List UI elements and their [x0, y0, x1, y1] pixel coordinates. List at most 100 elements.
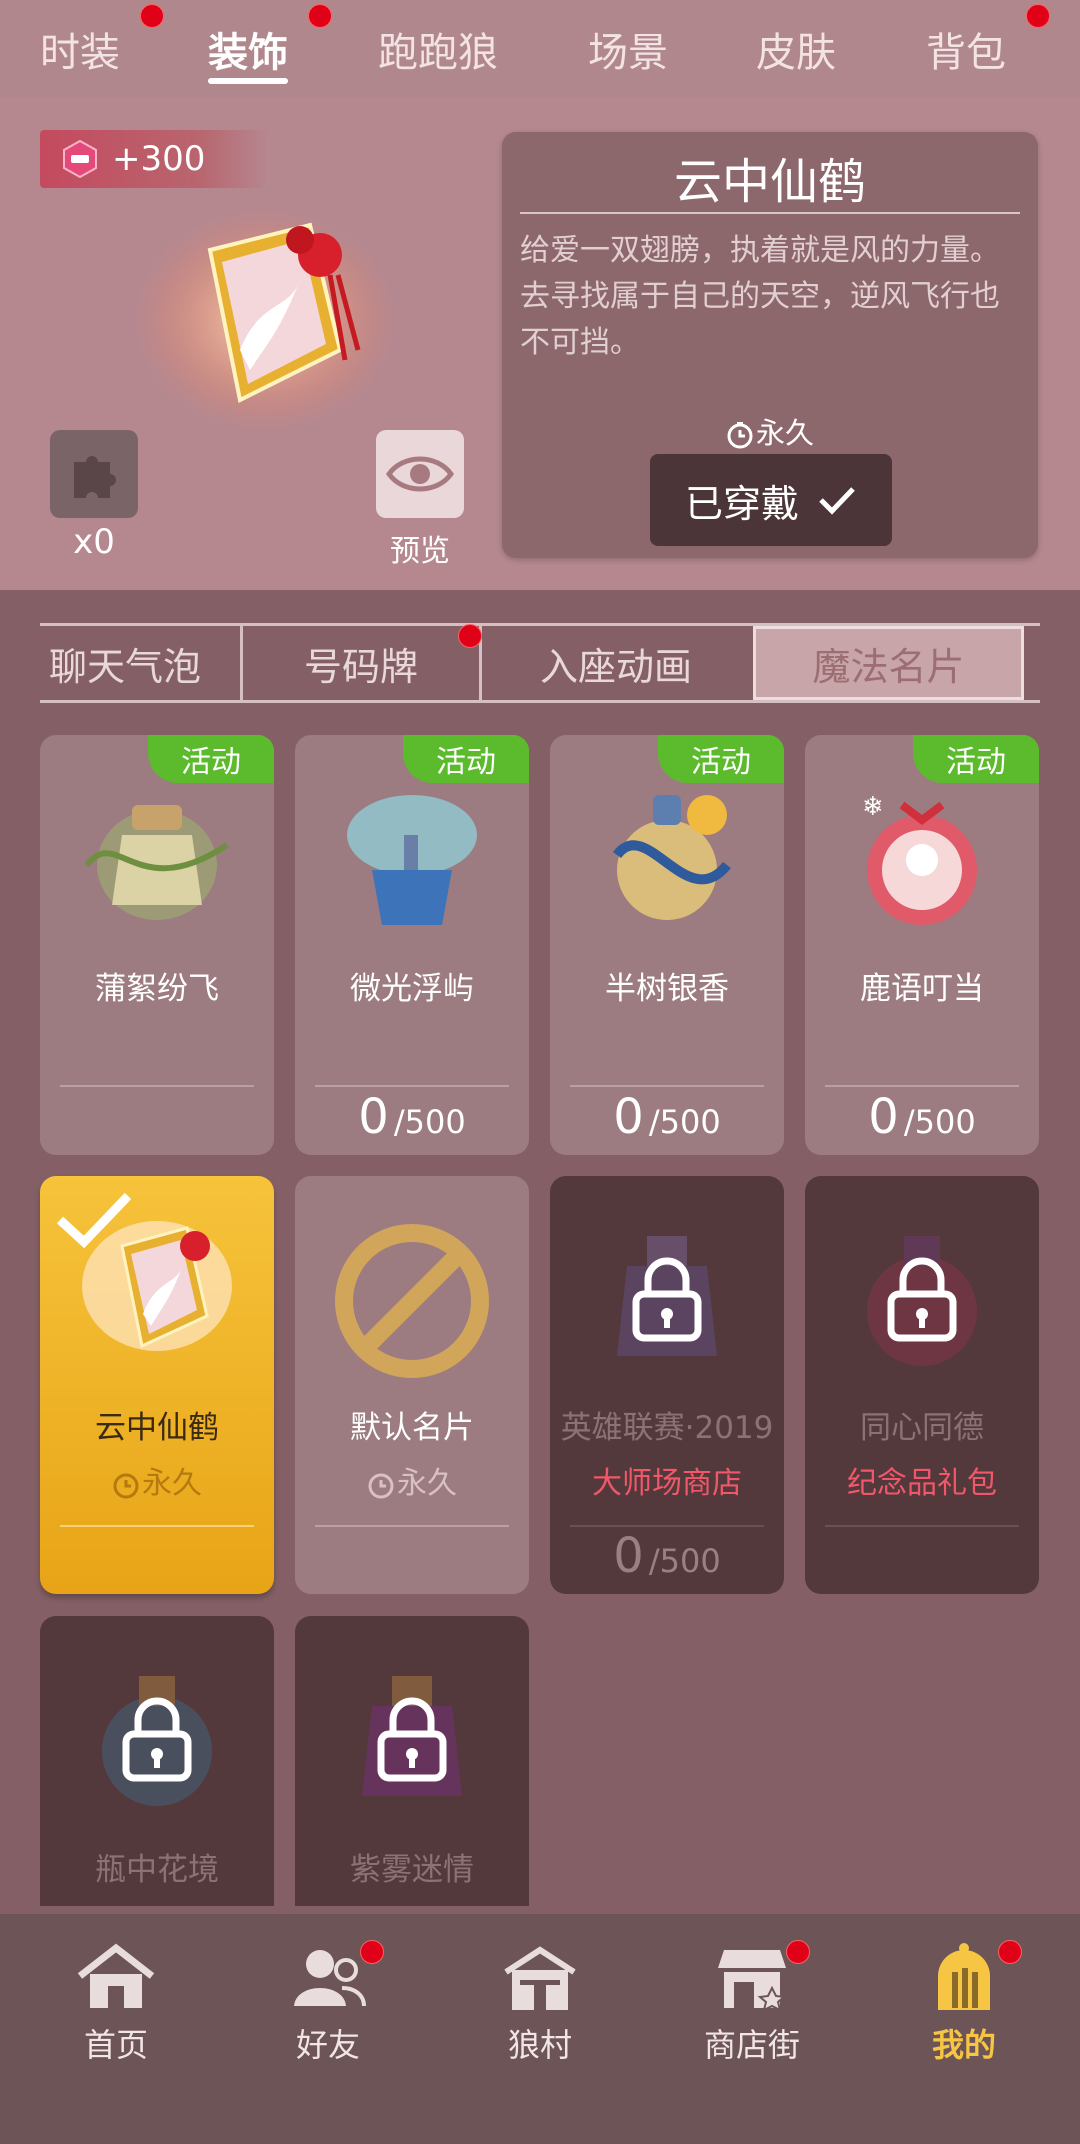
card-yunzhong-xianhe[interactable]: 云中仙鹤 永久	[40, 1176, 274, 1594]
friends-icon	[294, 1950, 366, 2007]
shop-icon	[718, 1950, 787, 2012]
points-badge: +300	[40, 130, 270, 188]
tab-magic-card[interactable]: 魔法名片	[753, 626, 1024, 700]
card-duration: 永久	[295, 1458, 529, 1502]
nav-friends[interactable]: 好友	[222, 1940, 434, 2066]
potion-bottle-art	[613, 795, 731, 920]
progress-max: /500	[648, 1542, 721, 1580]
nav-profile[interactable]: 我的	[858, 1940, 1070, 2066]
eye-icon	[385, 456, 455, 492]
home-icon	[77, 1943, 155, 2008]
tab-fashion[interactable]: 时装	[40, 4, 208, 78]
lock-icon	[887, 1257, 957, 1342]
potion-bottle-art	[84, 805, 229, 920]
divider	[60, 1085, 254, 1087]
lock-icon	[122, 1697, 192, 1782]
clock-icon	[368, 1473, 394, 1498]
tab-label: 聊天气泡	[48, 644, 201, 689]
duration-label: 永久	[755, 416, 814, 450]
card-name: 蒲絮纷飞	[95, 971, 219, 1007]
notification-dot	[786, 1940, 810, 1964]
divider	[315, 1085, 509, 1087]
clock-icon	[113, 1473, 139, 1498]
tab-runner-wolf[interactable]: 跑跑狼	[378, 20, 588, 78]
check-icon	[819, 487, 855, 515]
none-icon	[335, 1224, 489, 1378]
card-tongxin-tongde[interactable]: 同心同德 纪念品礼包	[805, 1176, 1039, 1594]
tab-label: 皮肤	[756, 30, 836, 76]
card-name: 默认名片	[350, 1410, 474, 1446]
tab-scene[interactable]: 场景	[588, 20, 756, 78]
preview-button[interactable]	[376, 430, 464, 518]
gem-icon	[63, 139, 97, 179]
card-pingzhong-huajing[interactable]: 瓶中花境	[40, 1616, 274, 1906]
nav-label: 狼村	[507, 2026, 572, 2064]
lock-icon	[377, 1697, 447, 1782]
crane-card-art	[135, 210, 395, 430]
puzzle-count: x0	[73, 522, 115, 562]
equipped-button[interactable]: 已穿戴	[650, 454, 892, 546]
collection-progress: 0 /500	[805, 1089, 1039, 1145]
card-banshu-yinxiang[interactable]: 活动 半树银香 0 /500	[550, 735, 784, 1155]
progress-current: 0	[358, 1089, 389, 1145]
card-hero-league-2019[interactable]: 英雄联赛·2019 大师场商店 0 /500	[550, 1176, 784, 1594]
card-source: 大师场商店	[592, 1466, 742, 1501]
card-name: 紫雾迷情	[350, 1852, 474, 1888]
card-name: 云中仙鹤	[95, 1410, 219, 1446]
tab-seat-animation[interactable]: 入座动画	[482, 626, 750, 700]
tab-backpack[interactable]: 背包	[926, 4, 1050, 78]
notification-dot	[458, 624, 482, 648]
active-tab-indicator	[208, 78, 288, 84]
nav-label: 我的	[931, 2026, 996, 2064]
nav-label: 商店街	[703, 2026, 800, 2064]
nav-label: 首页	[83, 2026, 148, 2064]
tab-label: 跑跑狼	[378, 30, 498, 76]
tab-number-plate[interactable]: 号码牌	[243, 626, 479, 700]
clock-icon	[727, 422, 753, 449]
divider	[60, 1525, 254, 1527]
card-default[interactable]: 默认名片 永久	[295, 1176, 529, 1594]
selected-check-icon	[56, 1192, 132, 1249]
card-name: 微光浮屿	[350, 971, 474, 1007]
card-ziwu-miqing[interactable]: 紫雾迷情	[295, 1616, 529, 1906]
tab-skin[interactable]: 皮肤	[756, 20, 926, 78]
card-name: 鹿语叮当	[860, 971, 984, 1007]
divider	[825, 1085, 1019, 1087]
puzzle-piece-button[interactable]	[50, 430, 138, 518]
tab-chat-bubble[interactable]: 聊天气泡	[40, 626, 240, 700]
points-value: +300	[112, 139, 206, 179]
divider	[570, 1525, 764, 1527]
progress-current: 0	[613, 1089, 644, 1145]
progress-max: /500	[393, 1103, 466, 1141]
item-description: 给爱一双翅膀，执着就是风的力量。去寻找属于自己的天空，逆风飞行也不可挡。	[520, 233, 1000, 360]
card-duration: 永久	[40, 1458, 274, 1502]
nav-home[interactable]: 首页	[10, 1942, 222, 2066]
nav-village[interactable]: 狼村	[434, 1942, 646, 2066]
collection-progress: 0 /500	[295, 1089, 529, 1145]
nav-label: 好友	[295, 2026, 360, 2064]
notification-dot	[308, 4, 332, 28]
item-duration: 永久	[502, 410, 1038, 452]
lock-icon	[632, 1257, 702, 1342]
card-puxu-fenfei[interactable]: 活动 蒲絮纷飞	[40, 735, 274, 1155]
svg-text:❄: ❄	[862, 792, 884, 822]
progress-current: 0	[868, 1089, 899, 1145]
card-weiguang-fuyu[interactable]: 活动 微光浮屿 0 /500	[295, 735, 529, 1155]
notification-dot	[140, 4, 164, 28]
card-luyu-dingdang[interactable]: 活动 ❄ 鹿语叮当 0 /500	[805, 735, 1039, 1155]
progress-current: 0	[613, 1528, 644, 1584]
collection-progress: 0 /500	[550, 1528, 784, 1584]
top-tab-bar: 时装 装饰 跑跑狼 场景 皮肤 背包	[0, 0, 1080, 98]
tab-decoration[interactable]: 装饰	[208, 4, 378, 84]
divider	[825, 1525, 1019, 1527]
equipped-label: 已穿戴	[684, 481, 799, 526]
card-name: 英雄联赛·2019	[560, 1410, 774, 1446]
tab-label: 号码牌	[303, 644, 418, 689]
item-info-card: 云中仙鹤 给爱一双翅膀，执着就是风的力量。去寻找属于自己的天空，逆风飞行也不可挡…	[502, 132, 1038, 558]
collection-progress: 0 /500	[550, 1089, 784, 1145]
nav-shop-street[interactable]: 商店街	[646, 1940, 858, 2066]
divider	[520, 212, 1020, 214]
duration-label: 永久	[397, 1466, 457, 1501]
potion-bottle-art: ❄	[862, 792, 977, 925]
tab-label: 时装	[40, 30, 120, 76]
